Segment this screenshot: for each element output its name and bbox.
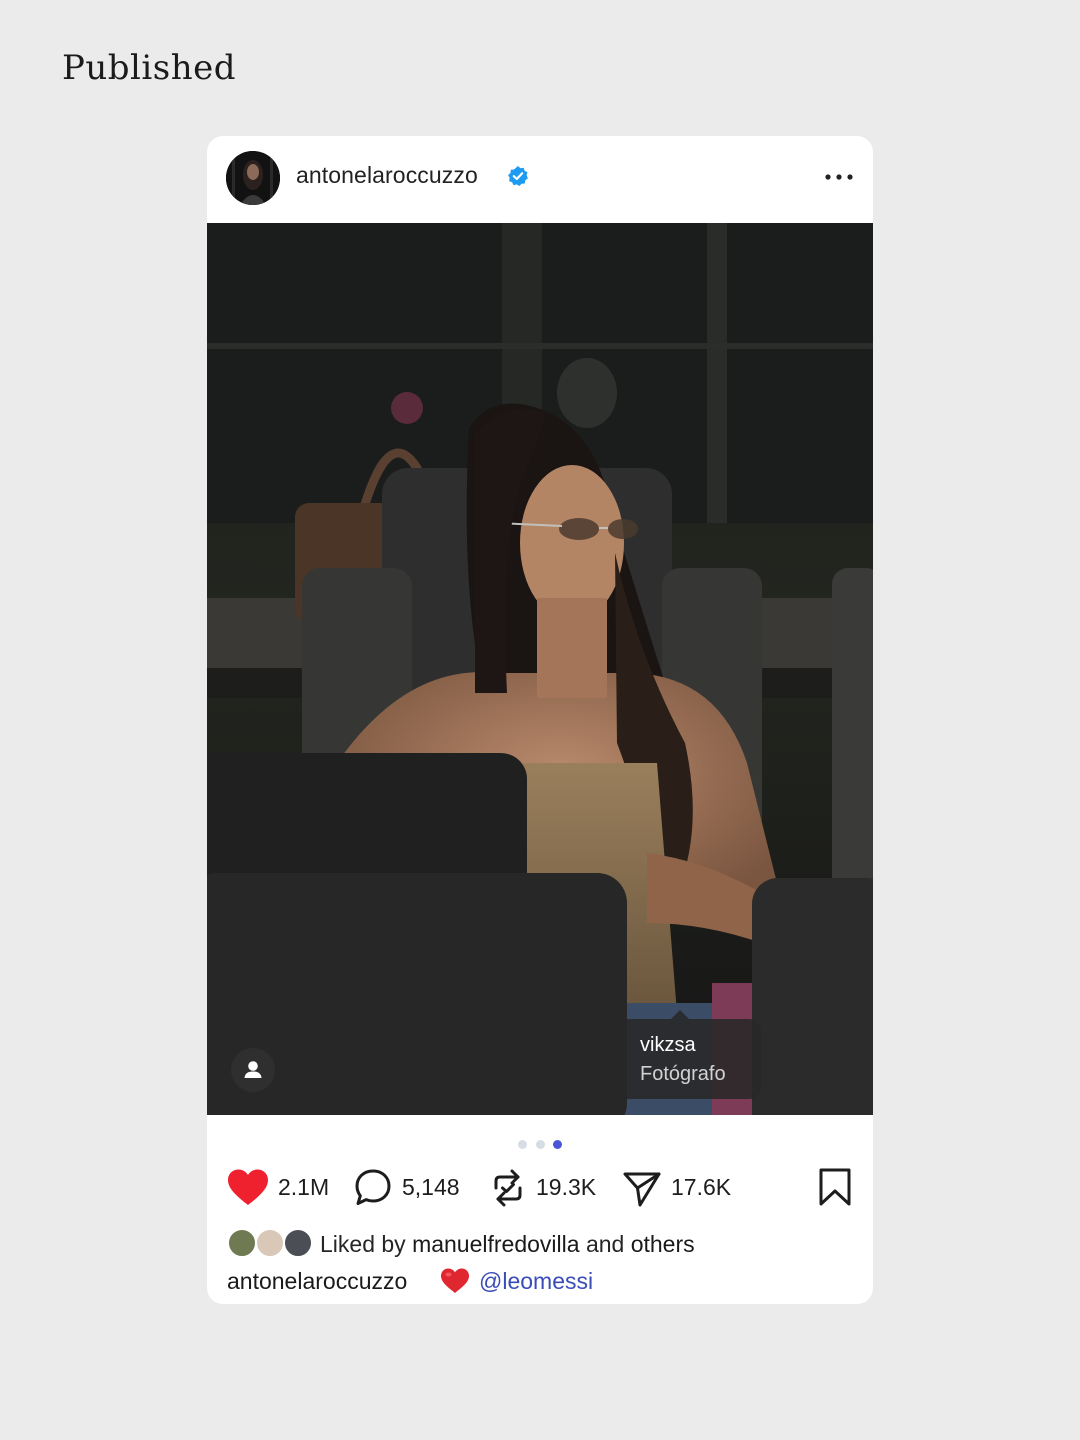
share-button[interactable]: 17.6K [622,1166,737,1210]
comment-icon [355,1169,391,1205]
liker-avatar [255,1228,285,1258]
comment-button[interactable]: 5,148 [354,1166,474,1210]
red-heart-emoji-icon [440,1267,470,1300]
photo-tag-role: Fotógrafo [640,1063,726,1085]
repost-count: 19.3K [536,1174,597,1200]
person-icon [244,1061,262,1078]
caption-mention-link[interactable]: @leomessi [479,1268,593,1295]
more-options-button[interactable] [815,162,865,192]
comment-count: 5,148 [402,1174,460,1200]
bookmark-icon [819,1168,851,1206]
photo-tag[interactable]: vikzsa Fotógrafo [615,1010,761,1099]
post-header: antonelaroccuzzo [207,136,873,223]
post-actions: 2.1M 5,148 19.3K 17.6K [207,1166,873,1210]
more-horizontal-icon [825,174,853,180]
carousel-dot[interactable] [535,1140,545,1149]
profile-avatar[interactable] [226,151,280,205]
send-icon [623,1172,661,1207]
post-card: antonelaroccuzzo vikzsa Fotógrafo 2.1M 5… [207,136,873,1304]
share-count: 17.6K [671,1174,732,1200]
caption: antonelaroccuzzo @leomessi [227,1264,847,1298]
photo-tag-name: vikzsa [640,1034,696,1056]
repost-button[interactable]: 19.3K [490,1166,610,1210]
carousel-indicator [207,1136,873,1149]
liked-by-others[interactable]: others [631,1231,695,1257]
carousel-dot[interactable] [518,1140,528,1149]
caption-username[interactable]: antonelaroccuzzo [227,1268,407,1295]
liked-by-row[interactable]: Liked by manuelfredovilla and others [227,1226,847,1260]
repost-icon [494,1169,522,1207]
like-button[interactable]: 2.1M [227,1166,337,1210]
username[interactable]: antonelaroccuzzo [296,162,478,189]
carousel-dot-active[interactable] [552,1140,562,1149]
liked-by-prefix: Liked by [320,1231,406,1257]
post-photo[interactable]: vikzsa Fotógrafo [207,223,873,1115]
verified-badge-icon [507,165,529,187]
liker-avatar [227,1228,257,1258]
bookmark-button[interactable] [817,1166,853,1210]
liked-by-user[interactable]: manuelfredovilla [412,1231,579,1257]
liked-by-connector: and [585,1231,625,1257]
like-count: 2.1M [278,1174,330,1200]
liked-by-text: Liked by manuelfredovilla and others [320,1231,695,1258]
page-title: Published [62,48,237,88]
heart-filled-icon [228,1169,268,1205]
tagged-people-button[interactable] [231,1048,275,1092]
liker-avatar [283,1228,313,1258]
